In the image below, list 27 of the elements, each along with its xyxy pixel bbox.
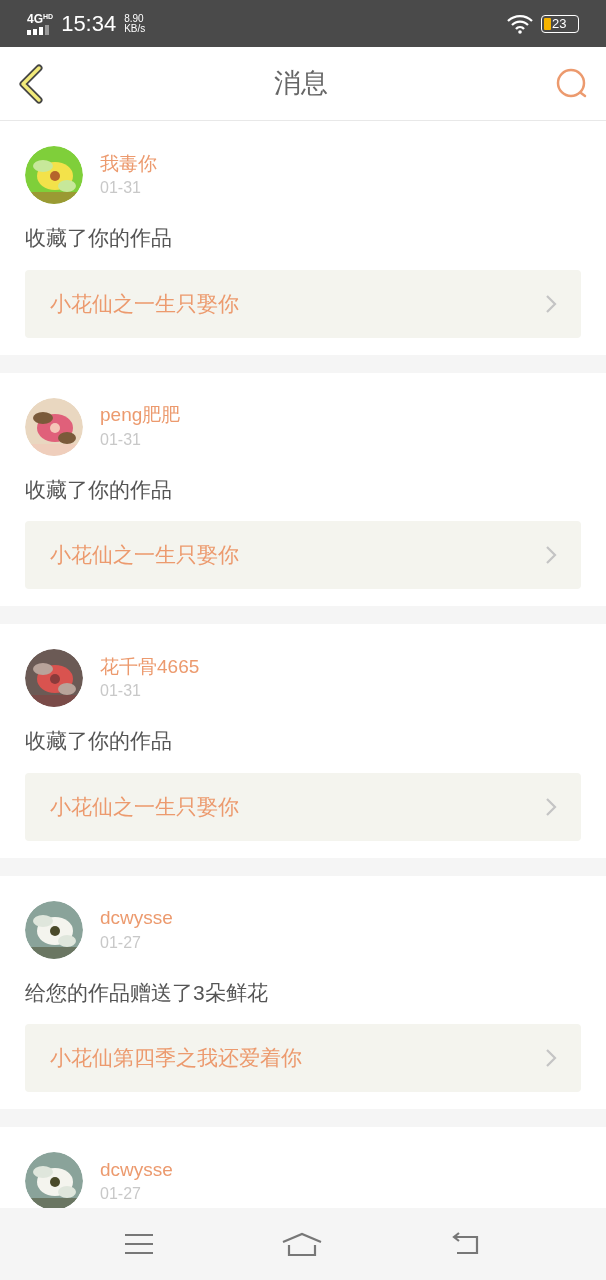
user-name[interactable]: 花千骨4665 [100, 654, 200, 679]
chevron-right-icon [545, 293, 557, 314]
user-name[interactable]: 我毒你 [100, 151, 157, 176]
work-link[interactable]: 小花仙之一生只娶你 [25, 772, 581, 841]
wifi-icon [507, 13, 533, 34]
work-link[interactable]: 小花仙之一生只娶你 [25, 521, 581, 589]
user-name[interactable]: dcwysse [100, 906, 173, 930]
work-link[interactable]: 小花仙第四季之我还爱着你 [25, 1024, 581, 1092]
chevron-right-icon [545, 545, 557, 565]
message-text: 收藏了你的作品 [25, 728, 173, 754]
message-text: 收藏了你的作品 [25, 476, 173, 503]
chevron-right-icon [545, 796, 557, 817]
menu-button[interactable] [123, 1232, 154, 1256]
page-title: 消息 [274, 67, 328, 101]
home-button[interactable] [281, 1230, 323, 1258]
speed-value: 8.90 [124, 13, 145, 24]
message-text: 收藏了你的作品 [25, 225, 173, 251]
network-type: 4G [27, 12, 43, 25]
user-name[interactable]: dcwysse [100, 1157, 173, 1182]
chevron-right-icon [545, 1048, 557, 1068]
signal-icon [27, 24, 51, 35]
speed-unit: KB/s [124, 23, 146, 34]
clock: 15:34 [61, 10, 117, 38]
message-text: 给您的作品赠送了3朵鲜花 [25, 979, 269, 1006]
user-name[interactable]: peng肥肥 [100, 403, 181, 427]
battery-indicator: 23 [541, 14, 579, 33]
work-link[interactable]: 小花仙之一生只娶你 [25, 269, 581, 338]
